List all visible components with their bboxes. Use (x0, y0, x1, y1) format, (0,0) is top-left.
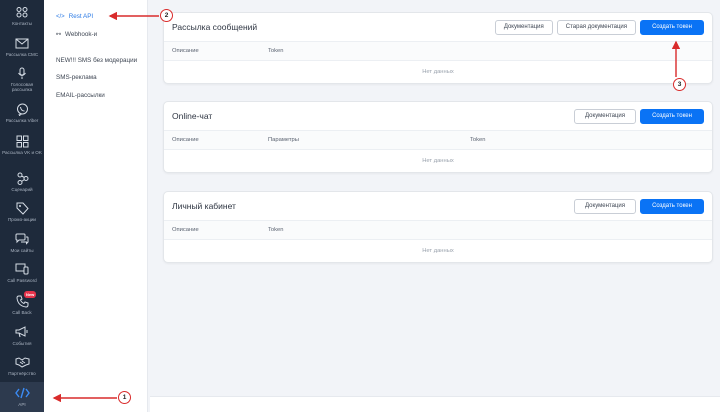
annotation-arrows (52, 11, 681, 403)
annotation-marker-1: 1 (118, 391, 131, 404)
annotation-marker-3: 3 (673, 78, 686, 91)
annotation-marker-2: 2 (160, 9, 173, 22)
